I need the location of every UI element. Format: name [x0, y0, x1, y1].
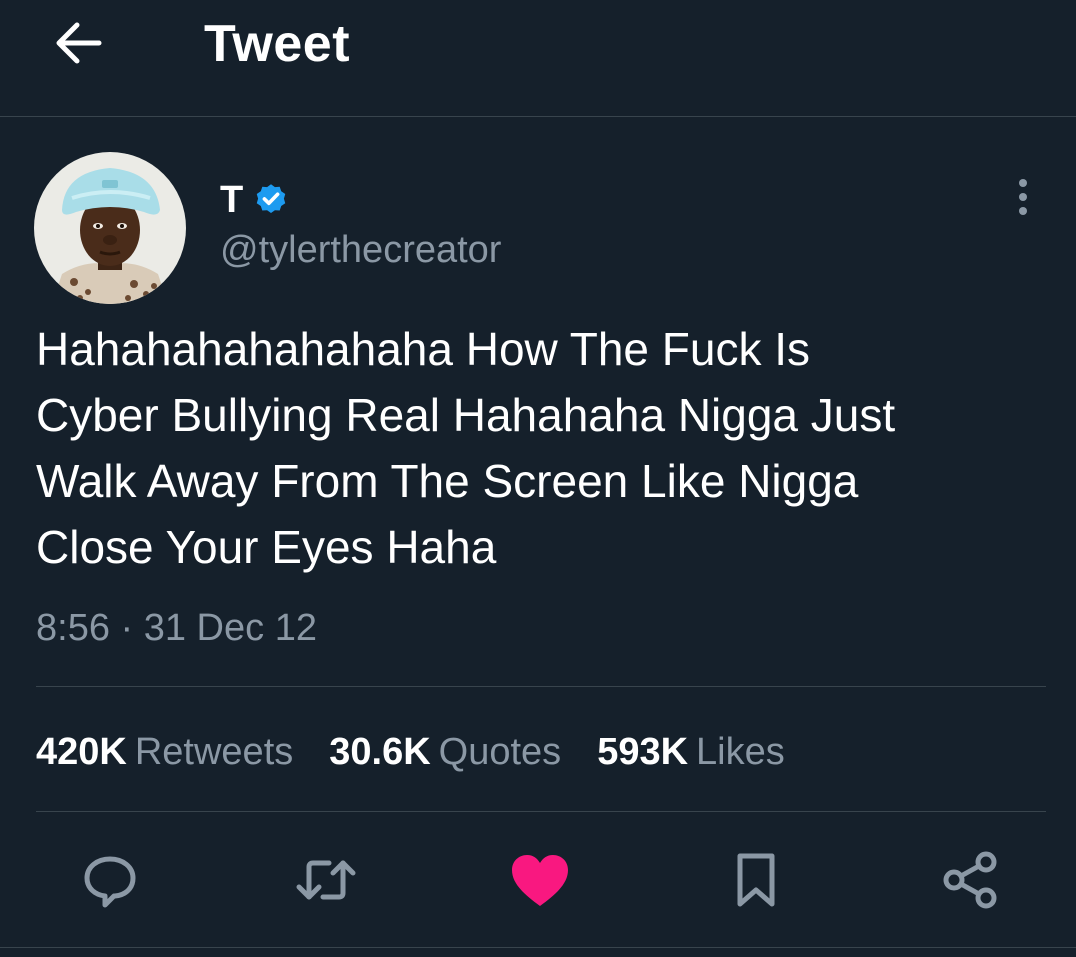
- likes-label: Likes: [696, 731, 785, 773]
- quotes-label: Quotes: [438, 731, 562, 773]
- share-button[interactable]: [938, 848, 1002, 912]
- bookmark-button[interactable]: [724, 848, 788, 912]
- top-bar: Tweet: [0, 0, 1076, 117]
- divider: [36, 686, 1046, 687]
- verified-badge-icon: [256, 184, 286, 214]
- retweet-icon: [296, 860, 356, 900]
- likes-count: 593K: [597, 731, 689, 773]
- quotes-count: 30.6K: [329, 731, 431, 773]
- engagement-stats: 420K Retweets 30.6K Quotes 593K Likes: [36, 726, 821, 778]
- like-button[interactable]: [508, 848, 572, 912]
- avatar[interactable]: [34, 152, 186, 304]
- display-name-row[interactable]: T: [220, 176, 289, 224]
- retweets-label: Retweets: [134, 731, 294, 773]
- quotes-stat[interactable]: 30.6K Quotes: [329, 726, 561, 778]
- likes-stat[interactable]: 593K Likes: [597, 726, 785, 778]
- retweets-stat[interactable]: 420K Retweets: [36, 726, 293, 778]
- bookmark-icon: [737, 853, 775, 907]
- arrow-left-icon: [56, 22, 102, 64]
- more-vertical-icon: [1019, 179, 1027, 215]
- tweet-text: Hahahahahahahaha How The Fuck Is Cyber B…: [36, 323, 896, 573]
- reply-icon: [84, 856, 136, 908]
- divider: [0, 947, 1076, 948]
- display-name: T: [220, 179, 244, 221]
- more-options-button[interactable]: [998, 172, 1048, 222]
- page-title: Tweet: [204, 15, 351, 73]
- tweet-timestamp[interactable]: 8:56 · 31 Dec 12: [36, 604, 317, 652]
- reply-button[interactable]: [78, 848, 142, 912]
- heart-icon: [512, 855, 568, 906]
- retweets-count: 420K: [36, 731, 127, 773]
- share-icon: [943, 851, 997, 909]
- retweet-button[interactable]: [294, 848, 358, 912]
- action-bar: [0, 812, 1076, 948]
- avatar-image: [34, 152, 186, 304]
- user-handle[interactable]: @tylerthecreator: [220, 226, 501, 274]
- back-button[interactable]: [50, 14, 108, 72]
